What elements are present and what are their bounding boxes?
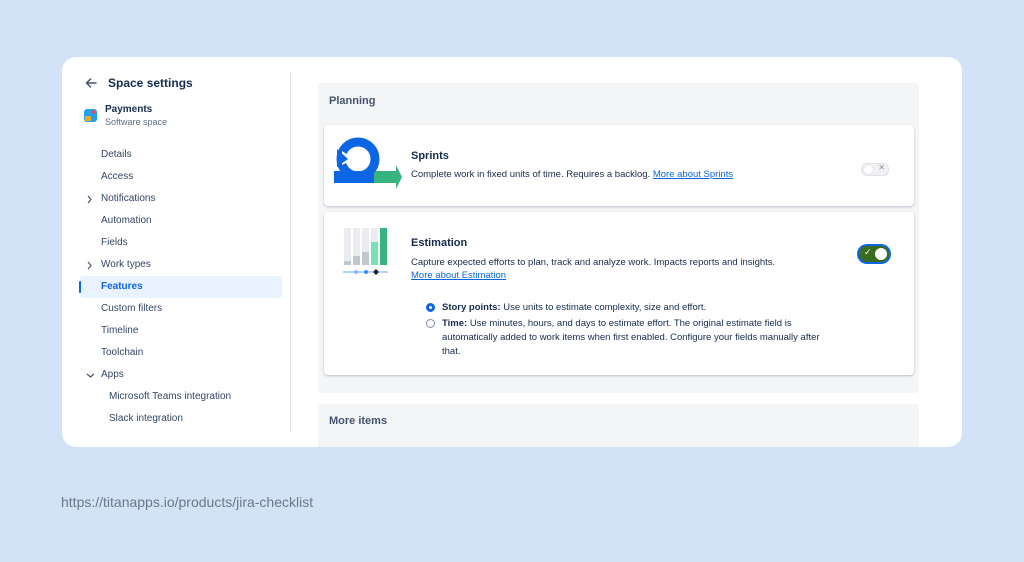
sidebar-item-automation[interactable]: Automation	[80, 210, 282, 232]
sidebar-item-fields[interactable]: Fields	[80, 232, 282, 254]
page-title: Space settings	[108, 76, 193, 90]
section-title: Planning	[329, 95, 376, 107]
sidebar-item-features[interactable]: Features	[79, 276, 282, 298]
estimation-chart-icon	[343, 228, 388, 275]
time-option[interactable]: Time: Use minutes, hours, and days to es…	[426, 317, 837, 359]
sidebar-item-label: Toolchain	[101, 347, 144, 358]
sidebar-item-label: Automation	[101, 215, 152, 226]
estimation-description: Capture expected efforts to plan, track …	[411, 256, 821, 282]
time-description: Use minutes, hours, and days to estimate…	[442, 318, 820, 357]
toggle-knob	[864, 165, 873, 174]
project-name: Payments	[105, 104, 153, 115]
sprints-toggle[interactable]: ✕	[861, 163, 889, 176]
sidebar-item-toolchain[interactable]: Toolchain	[80, 342, 282, 364]
sidebar-item-label: Access	[101, 171, 134, 182]
project-info: Payments Software space	[84, 103, 167, 128]
sidebar-item-microsoft-teams[interactable]: Microsoft Teams integration	[80, 386, 282, 408]
sidebar-item-timeline[interactable]: Timeline	[80, 320, 282, 342]
sprints-card: Sprints Complete work in fixed units of …	[324, 125, 914, 206]
more-about-estimation-link[interactable]: More about Estimation	[411, 270, 506, 281]
story-points-description: Use units to estimate complexity, size a…	[503, 302, 707, 313]
project-type: Software space	[105, 117, 168, 127]
sidebar-item-label: Notifications	[101, 193, 156, 204]
sidebar-item-details[interactable]: Details	[80, 144, 282, 166]
back-arrow-icon[interactable]	[84, 76, 98, 90]
sidebar-header: Space settings	[84, 76, 193, 90]
close-icon: ✕	[878, 163, 885, 172]
sidebar-item-work-types[interactable]: Work types	[80, 254, 282, 276]
project-avatar-icon	[84, 109, 97, 122]
section-title: More items	[329, 415, 388, 427]
check-icon: ✓	[864, 247, 872, 257]
settings-card: Space settings Payments Software space D…	[62, 57, 962, 447]
sprints-description: Complete work in fixed units of time. Re…	[411, 168, 821, 181]
sidebar-item-label: Custom filters	[101, 303, 163, 314]
sidebar-item-label: Features	[101, 281, 143, 292]
story-points-label: Story points:	[442, 302, 501, 313]
chevron-down-icon[interactable]	[86, 364, 95, 386]
sidebar-item-label: Details	[101, 149, 132, 160]
sidebar-item-label: Fields	[101, 237, 128, 248]
estimation-title: Estimation	[411, 237, 468, 249]
more-about-sprints-link[interactable]: More about Sprints	[653, 169, 733, 180]
sidebar-item-slack[interactable]: Slack integration	[80, 408, 282, 430]
sidebar-item-label: Work types	[101, 259, 151, 270]
sprints-illustration-icon	[334, 137, 402, 189]
toggle-knob	[875, 248, 887, 260]
estimation-toggle[interactable]: ✓	[859, 246, 889, 262]
estimation-card: Estimation Capture expected efforts to p…	[324, 212, 914, 375]
story-points-option[interactable]: Story points: Use units to estimate comp…	[426, 301, 837, 315]
story-points-radio[interactable]	[426, 303, 435, 312]
more-items-section: More items	[318, 404, 919, 447]
sidebar-item-custom-filters[interactable]: Custom filters	[80, 298, 282, 320]
chevron-right-icon[interactable]	[86, 254, 95, 276]
chevron-right-icon[interactable]	[86, 188, 95, 210]
sidebar-item-label: Timeline	[101, 325, 139, 336]
sprints-description-text: Complete work in fixed units of time. Re…	[411, 169, 651, 180]
sidebar-item-access[interactable]: Access	[80, 166, 282, 188]
estimation-description-text: Capture expected efforts to plan, track …	[411, 257, 776, 268]
time-radio[interactable]	[426, 319, 435, 328]
sidebar-item-notifications[interactable]: Notifications	[80, 188, 282, 210]
sidebar-item-label: Apps	[101, 369, 124, 380]
sidebar-item-label: Microsoft Teams integration	[109, 391, 232, 402]
story-points-text: Story points: Use units to estimate comp…	[442, 301, 837, 315]
time-label: Time:	[442, 318, 468, 329]
time-text: Time: Use minutes, hours, and days to es…	[442, 317, 837, 359]
sidebar-item-apps[interactable]: Apps	[80, 364, 282, 386]
footer-url: https://titanapps.io/products/jira-check…	[61, 494, 314, 510]
sprints-title: Sprints	[411, 150, 449, 162]
sidebar-nav: Details Access Notifications Automation …	[79, 144, 282, 430]
sidebar-item-label: Slack integration	[109, 413, 183, 424]
sidebar-divider	[290, 71, 291, 433]
sidebar: Space settings Payments Software space D…	[62, 57, 290, 447]
planning-section: Planning Sprints Complete work in fixed …	[318, 83, 919, 393]
